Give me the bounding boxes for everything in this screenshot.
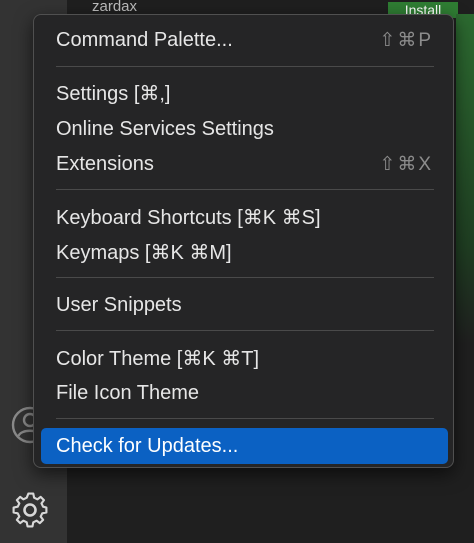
- menu-item-label: Keyboard Shortcuts [⌘K ⌘S]: [56, 206, 321, 229]
- menu-item-color-theme[interactable]: Color Theme [⌘K ⌘T]: [41, 340, 448, 376]
- extension-banner-edge: [456, 14, 474, 344]
- menu-separator: [56, 418, 434, 419]
- menu-item-label: File Icon Theme: [56, 381, 200, 404]
- manage-menu: Command Palette... ⇧⌘P Settings [⌘,] Onl…: [33, 14, 454, 468]
- menu-item-label: Command Palette...: [56, 28, 233, 51]
- menu-item-settings[interactable]: Settings [⌘,]: [41, 75, 448, 111]
- menu-item-label: Keymaps [⌘K ⌘M]: [56, 241, 232, 264]
- menu-item-label: Extensions: [56, 152, 154, 175]
- menu-item-keymaps[interactable]: Keymaps [⌘K ⌘M]: [41, 234, 448, 270]
- extension-name: zardax: [92, 0, 138, 14]
- menu-separator: [56, 330, 434, 331]
- menu-item-label: Check for Updates...: [56, 434, 239, 457]
- menu-separator: [56, 189, 434, 190]
- menu-item-check-for-updates[interactable]: Check for Updates...: [41, 428, 448, 464]
- menu-item-extensions[interactable]: Extensions ⇧⌘X: [41, 146, 448, 182]
- menu-item-user-snippets[interactable]: User Snippets: [41, 287, 448, 323]
- menu-separator: [56, 66, 434, 67]
- menu-item-online-services-settings[interactable]: Online Services Settings: [41, 111, 448, 147]
- menu-item-command-palette[interactable]: Command Palette... ⇧⌘P: [41, 22, 448, 58]
- menu-item-label: User Snippets: [56, 293, 182, 316]
- gear-icon[interactable]: [0, 484, 60, 536]
- menu-item-shortcut: ⇧⌘P: [379, 29, 433, 51]
- menu-separator: [56, 277, 434, 278]
- menu-item-label: Color Theme [⌘K ⌘T]: [56, 347, 260, 370]
- menu-item-label: Online Services Settings: [56, 117, 274, 140]
- menu-item-file-icon-theme[interactable]: File Icon Theme: [41, 375, 448, 411]
- menu-item-label: Settings [⌘,]: [56, 82, 171, 105]
- menu-item-keyboard-shortcuts[interactable]: Keyboard Shortcuts [⌘K ⌘S]: [41, 199, 448, 235]
- menu-item-shortcut: ⇧⌘X: [379, 153, 433, 175]
- vscode-window: zardax Install Command Palette... ⇧⌘P Se…: [0, 0, 474, 543]
